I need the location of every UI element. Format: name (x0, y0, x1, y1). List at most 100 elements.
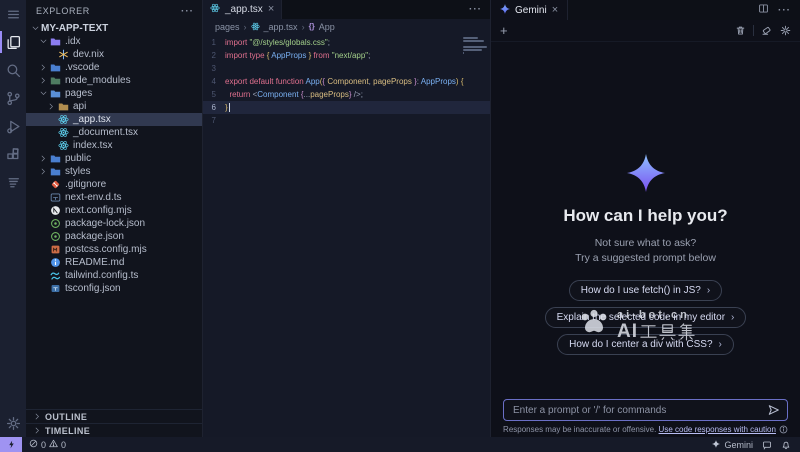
git-icon (49, 179, 61, 190)
split-editor-icon[interactable] (758, 1, 769, 19)
folder-vscode-icon (49, 62, 61, 73)
tree-item-next-env-d-ts[interactable]: next-env.d.ts (26, 191, 202, 204)
tree-item-tailwind-config-ts[interactable]: tailwind.config.ts (26, 269, 202, 282)
tree-item-pages[interactable]: pages (26, 87, 202, 100)
caution-link[interactable]: Use code responses with caution (659, 425, 776, 434)
tree-item-dev-nix[interactable]: dev.nix (26, 48, 202, 61)
gemini-heading: How can I help you? (563, 206, 727, 226)
code-line-2[interactable]: 2import type { AppProps } from "next/app… (203, 49, 490, 62)
new-chat-button[interactable]: + (500, 24, 508, 37)
close-icon[interactable]: × (552, 4, 558, 16)
warning-icon (49, 439, 58, 450)
activity-extensions-icon[interactable] (0, 140, 26, 168)
tree-item-label: _document.tsx (73, 127, 138, 138)
tree-item--document-tsx[interactable]: _document.tsx (26, 126, 202, 139)
tree-item-my-app-text[interactable]: MY-APP-TEXT (26, 22, 202, 35)
tab-app-tsx[interactable]: _app.tsx × (203, 0, 282, 19)
code-line-6[interactable]: 6} (203, 101, 490, 114)
activity-source-control-icon[interactable] (0, 84, 26, 112)
tree-item--idx[interactable]: .idx (26, 35, 202, 48)
symbol-icon: {} (309, 22, 315, 31)
suggested-prompt-button[interactable]: How do I center a div with CSS?› (557, 334, 734, 355)
activity-explorer-icon[interactable] (0, 28, 26, 56)
tree-item-next-config-mjs[interactable]: next.config.mjs (26, 204, 202, 217)
suggested-prompt-button[interactable]: Explain the selected code in my editor› (545, 307, 747, 328)
chevron-right-icon (38, 168, 49, 175)
explorer-sidebar: EXPLORER ··· MY-APP-TEXT.idxdev.nix.vsco… (26, 0, 203, 437)
close-icon[interactable]: × (268, 4, 274, 15)
gemini-status-item[interactable]: Gemini (712, 440, 753, 450)
code-line-4[interactable]: 4export default function App({ Component… (203, 75, 490, 88)
problems-status[interactable]: 0 0 (29, 439, 66, 450)
activity-settings-gear-icon[interactable] (0, 409, 26, 437)
line-number: 3 (203, 64, 225, 73)
status-bar: 0 0 Gemini (0, 437, 800, 452)
activity-output-icon[interactable] (0, 168, 26, 196)
sparkle-icon (500, 4, 510, 17)
send-icon[interactable] (768, 404, 780, 416)
tree-item-label: MY-APP-TEXT (41, 23, 108, 34)
prompt-input-box[interactable] (503, 399, 788, 421)
remote-indicator[interactable] (0, 437, 22, 452)
tree-item-label: dev.nix (73, 49, 104, 60)
editor-more-actions-icon[interactable]: ··· (469, 4, 482, 15)
activity-search-icon[interactable] (0, 56, 26, 84)
panel-more-actions-icon[interactable]: ··· (778, 5, 791, 16)
code-line-3[interactable]: 3 (203, 62, 490, 75)
chevron-right-icon: › (731, 312, 734, 323)
react-icon (57, 140, 69, 151)
react-icon (57, 127, 69, 138)
tab-label: _app.tsx (225, 4, 263, 15)
breadcrumb[interactable]: pages›_app.tsx›{}App (203, 19, 490, 34)
explorer-more-actions-icon[interactable]: ··· (181, 6, 194, 17)
code-line-5[interactable]: 5 return <Component {...pageProps} />; (203, 88, 490, 101)
tree-item-styles[interactable]: styles (26, 165, 202, 178)
breadcrumb-item[interactable]: App (319, 22, 335, 32)
tree-item-index-tsx[interactable]: index.tsx (26, 139, 202, 152)
minimap[interactable] (463, 37, 487, 58)
tree-item-label: node_modules (65, 75, 131, 86)
tree-item--vscode[interactable]: .vscode (26, 61, 202, 74)
section-timeline[interactable]: TIMELINE (26, 423, 202, 437)
tree-item-label: public (65, 153, 91, 164)
chevron-down-icon (30, 25, 41, 32)
tree-item-label: next-env.d.ts (65, 192, 122, 203)
code-area[interactable]: 1import "@/styles/globals.css";2import t… (203, 34, 490, 437)
tree-item--app-tsx[interactable]: _app.tsx (26, 113, 202, 126)
line-number: 7 (203, 116, 225, 125)
feedback-icon[interactable] (762, 440, 772, 450)
activity-menu-icon[interactable] (0, 0, 26, 28)
breadcrumb-item[interactable]: pages (215, 22, 240, 32)
gemini-tab-label: Gemini (515, 5, 547, 16)
prompt-input[interactable] (511, 404, 768, 417)
tree-item-node-modules[interactable]: node_modules (26, 74, 202, 87)
tree-item-public[interactable]: public (26, 152, 202, 165)
suggested-prompts: How do I use fetch() in JS?› Explain the … (545, 280, 747, 355)
tree-item-api[interactable]: api (26, 100, 202, 113)
trash-icon[interactable] (735, 25, 746, 36)
settings-gear-icon[interactable] (780, 25, 791, 36)
folder-pages-icon (49, 88, 61, 99)
tab-gemini[interactable]: Gemini × (491, 0, 568, 20)
code-line-1[interactable]: 1import "@/styles/globals.css"; (203, 36, 490, 49)
section-outline[interactable]: OUTLINE (26, 409, 202, 423)
tree-item-postcss-config-mjs[interactable]: postcss.config.mjs (26, 243, 202, 256)
file-tree: MY-APP-TEXT.idxdev.nix.vscodenode_module… (26, 22, 202, 409)
tree-item-label: styles (65, 166, 91, 177)
activity-run-debug-icon[interactable] (0, 112, 26, 140)
tree-item-tsconfig-json[interactable]: tsconfig.json (26, 282, 202, 295)
explorer-title: EXPLORER (36, 6, 90, 16)
bell-icon[interactable] (781, 440, 791, 450)
tree-item-readme-md[interactable]: README.md (26, 256, 202, 269)
clear-icon[interactable] (761, 25, 772, 36)
tree-item--gitignore[interactable]: .gitignore (26, 178, 202, 191)
gemini-welcome: How can I help you? Not sure what to ask… (491, 42, 800, 395)
code-line-7[interactable]: 7 (203, 114, 490, 127)
tree-item-package-lock-json[interactable]: package-lock.json (26, 217, 202, 230)
chevron-right-icon: › (707, 285, 710, 296)
tree-item-package-json[interactable]: package.json (26, 230, 202, 243)
line-number: 4 (203, 77, 225, 86)
suggested-prompt-button[interactable]: How do I use fetch() in JS?› (569, 280, 722, 301)
folder-public-icon (49, 153, 61, 164)
breadcrumb-item[interactable]: _app.tsx (264, 22, 298, 32)
